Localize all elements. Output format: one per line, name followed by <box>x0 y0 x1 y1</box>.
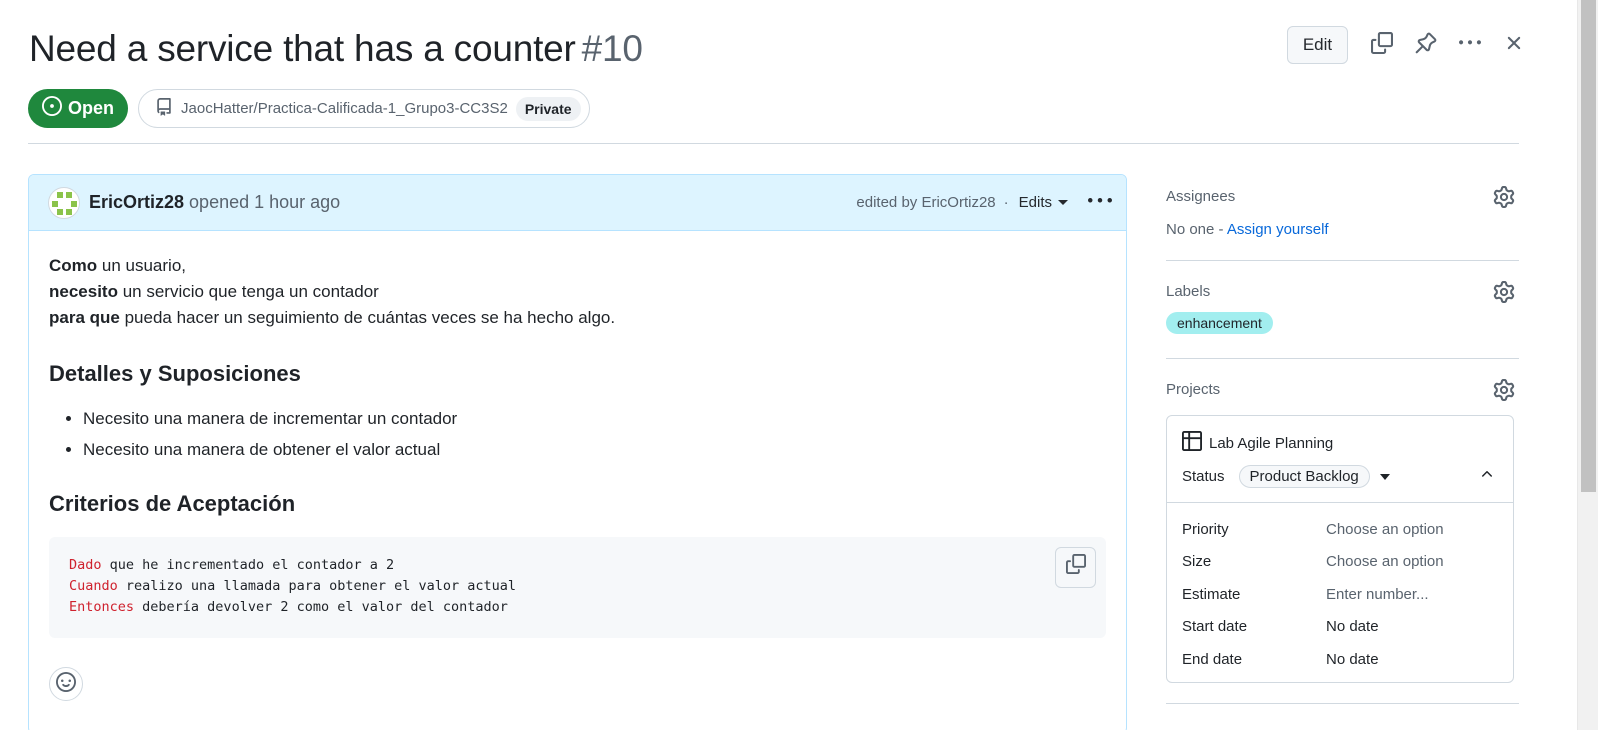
gear-icon <box>1493 186 1515 212</box>
list-item: Necesito una manera de incrementar un co… <box>83 403 1106 434</box>
chevron-up-icon <box>1479 469 1495 486</box>
labels-settings-button[interactable] <box>1493 281 1515 303</box>
body-line-1: Como un usuario, <box>49 256 187 275</box>
chevron-down-icon[interactable] <box>1379 473 1390 480</box>
pin-button[interactable] <box>1404 26 1448 64</box>
code-line: Entonces debería devolver 2 como el valo… <box>69 599 508 615</box>
status-label: Status <box>1182 468 1225 485</box>
project-name: Lab Agile Planning <box>1209 434 1334 452</box>
smiley-icon <box>56 671 76 697</box>
field-label: Priority <box>1182 520 1229 538</box>
edits-label: Edits <box>1018 194 1052 211</box>
opened-timestamp: opened 1 hour ago <box>189 192 341 212</box>
edited-by-text: edited by EricOrtiz28 <box>856 194 996 211</box>
field-value: Choose an option <box>1326 520 1444 538</box>
assignees-section: Assignees No one - Assign yourself <box>1166 174 1519 261</box>
pin-icon <box>1415 32 1437 59</box>
edits-dropdown[interactable]: Edits <box>1019 194 1068 211</box>
issue-sidebar: Assignees No one - Assign yourself Label… <box>1166 174 1519 704</box>
close-icon <box>1503 32 1525 59</box>
collapse-project-button[interactable] <box>1479 466 1495 482</box>
project-card: Lab Agile Planning Status Product Backlo… <box>1166 415 1514 683</box>
repo-icon <box>155 97 173 120</box>
projects-section: Projects Lab Agile Planning Status Produ… <box>1166 359 1519 704</box>
heading-details: Detalles y Suposiciones <box>49 361 301 386</box>
field-priority[interactable]: Priority Choose an option <box>1182 513 1498 546</box>
add-reaction-button[interactable] <box>49 667 83 701</box>
scrollbar-thumb[interactable] <box>1581 0 1596 492</box>
separator-dot: · <box>1003 194 1009 211</box>
field-label: Estimate <box>1182 585 1241 603</box>
field-size[interactable]: Size Choose an option <box>1182 546 1498 579</box>
field-start-date[interactable]: Start date No date <box>1182 611 1498 644</box>
projects-settings-button[interactable] <box>1493 379 1515 401</box>
scrollbar[interactable] <box>1577 0 1598 730</box>
header-actions: Edit <box>1287 26 1536 64</box>
copy-code-button[interactable] <box>1055 547 1096 588</box>
comment-options-button[interactable] <box>1088 189 1112 217</box>
field-end-date[interactable]: End date No date <box>1182 643 1498 676</box>
comment-body: Como un usuario, necesito un servicio qu… <box>29 231 1126 638</box>
kebab-horizontal-icon <box>1088 197 1112 217</box>
code-line: Dado que he incrementado el contador a 2 <box>69 557 395 573</box>
chevron-down-icon <box>1058 200 1068 205</box>
field-estimate[interactable]: Estimate Enter number... <box>1182 578 1498 611</box>
comment-header: EricOrtiz28 opened 1 hour ago edited by … <box>29 175 1126 231</box>
assignees-value: No one - Assign yourself <box>1166 221 1519 238</box>
more-actions-button[interactable] <box>1448 26 1492 64</box>
heading-acceptance: Criterios de Aceptación <box>49 491 296 516</box>
field-label: Size <box>1182 553 1212 571</box>
gear-icon <box>1493 379 1515 405</box>
code-line: Cuando realizo una llamada para obtener … <box>69 578 517 594</box>
issue-page: Need a service that has a counter #10 Edi… <box>0 0 1598 730</box>
labels-section: Labels enhancement <box>1166 261 1519 359</box>
field-label: End date <box>1182 650 1243 668</box>
copy-link-button[interactable] <box>1360 26 1404 64</box>
header-divider <box>28 143 1519 144</box>
issue-body-comment: EricOrtiz28 opened 1 hour ago edited by … <box>28 174 1127 730</box>
issue-opened-icon <box>42 96 62 121</box>
project-link[interactable]: Lab Agile Planning <box>1182 431 1498 455</box>
code-block: Dado que he incrementado el contador a 2… <box>49 537 1106 638</box>
issue-meta-row: Open JaocHatter/Practica-Calificada-1_Gr… <box>28 89 590 128</box>
copy-icon <box>1065 554 1086 581</box>
kebab-horizontal-icon <box>1459 32 1481 59</box>
assignees-heading: Assignees <box>1166 188 1236 205</box>
body-line-3: para que pueda hacer un seguimiento de c… <box>49 308 616 327</box>
copy-icon <box>1371 31 1393 59</box>
avatar[interactable] <box>48 186 80 219</box>
close-button[interactable] <box>1492 26 1536 64</box>
project-status-row: Status Product Backlog <box>1182 465 1498 488</box>
field-value: No date <box>1326 650 1379 668</box>
table-icon <box>1182 431 1202 455</box>
project-card-header: Lab Agile Planning Status Product Backlo… <box>1167 416 1513 503</box>
edit-button[interactable]: Edit <box>1287 26 1348 64</box>
project-fields: Priority Choose an option Size Choose an… <box>1167 503 1513 682</box>
field-label: Start date <box>1182 618 1248 636</box>
issue-state-label: Open <box>68 98 115 118</box>
details-list: Necesito una manera de incrementar un co… <box>83 403 1106 465</box>
projects-heading: Projects <box>1166 381 1221 398</box>
issue-number: #10 <box>581 28 643 69</box>
issue-title-text: Need a service that has a counter <box>29 28 576 69</box>
label-enhancement[interactable]: enhancement <box>1166 312 1273 334</box>
visibility-badge: Private <box>515 96 581 121</box>
assignees-none-text: No one - <box>1166 221 1227 238</box>
assignees-settings-button[interactable] <box>1493 186 1515 208</box>
labels-heading: Labels <box>1166 283 1211 300</box>
field-value: Choose an option <box>1326 553 1444 571</box>
field-value: Enter number... <box>1326 585 1429 603</box>
list-item: Necesito una manera de obtener el valor … <box>83 434 1106 465</box>
body-line-2: necesito un servicio que tenga un contad… <box>49 282 379 301</box>
field-value: No date <box>1326 618 1379 636</box>
issue-state-badge: Open <box>28 89 129 128</box>
repo-link[interactable]: JaocHatter/Practica-Calificada-1_Grupo3-… <box>138 89 590 128</box>
gear-icon <box>1493 281 1515 307</box>
comment-header-actions: edited by EricOrtiz28 · Edits <box>856 189 1112 217</box>
repo-name: JaocHatter/Practica-Calificada-1_Grupo3-… <box>181 100 508 117</box>
assign-yourself-link[interactable]: Assign yourself <box>1227 221 1329 238</box>
status-value[interactable]: Product Backlog <box>1238 465 1370 488</box>
author-link[interactable]: EricOrtiz28 <box>89 192 184 213</box>
